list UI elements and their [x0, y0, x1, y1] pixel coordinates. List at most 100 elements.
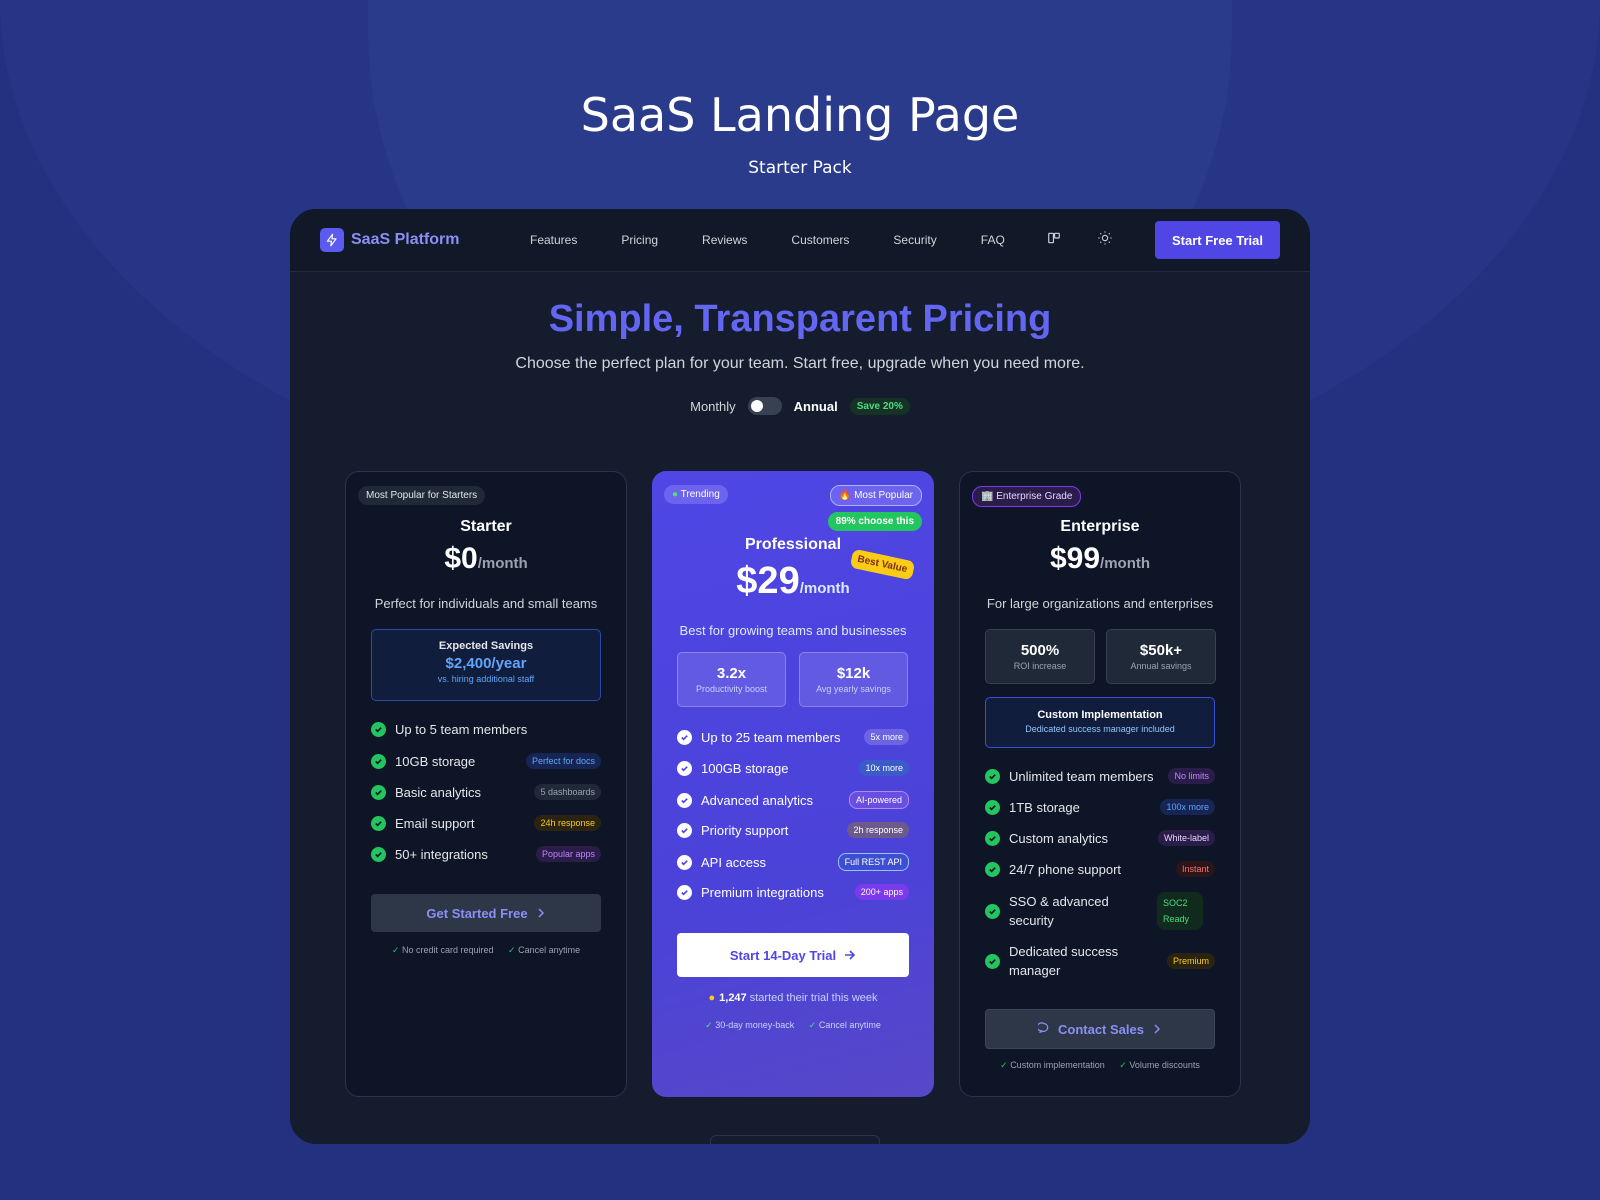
feature-badge: 200+ apps [854, 884, 909, 900]
feature-badge: Popular apps [535, 846, 601, 862]
check-icon [985, 903, 1000, 919]
custom-implementation-box: Custom Implementation Dedicated success … [985, 697, 1215, 748]
feature-item: Up to 5 team members [371, 722, 601, 737]
stat-box: $12k Avg yearly savings [799, 652, 908, 707]
check-icon [677, 854, 692, 870]
feature-item: Advanced analytics AI-powered [677, 791, 909, 809]
chat-icon [1036, 1021, 1050, 1037]
enterprise-tag: 🏢 Enterprise Grade [972, 486, 1082, 507]
plan-card-enterprise: 🏢 Enterprise Grade Enterprise $99/month … [959, 471, 1241, 1097]
nav-link-security[interactable]: Security [893, 233, 936, 247]
feature-item: Unlimited team members No limits [985, 768, 1215, 784]
chevron-right-icon [536, 906, 546, 921]
nav-link-faq[interactable]: FAQ [981, 233, 1005, 247]
check-icon [985, 861, 1000, 877]
trial-text: started their trial this week [749, 992, 878, 1004]
savings-box: Expected Savings $2,400/year vs. hiring … [371, 629, 601, 701]
feature-text: 1TB storage [1009, 799, 1080, 815]
save-badge: Save 20% [849, 397, 910, 415]
feature-item: Basic analytics 5 dashboards [371, 784, 601, 800]
button-label: Contact Sales [1058, 1021, 1144, 1037]
logo[interactable]: SaaS Platform [320, 228, 530, 252]
plan-card-starter: Most Popular for Starters Starter $0/mon… [345, 471, 627, 1097]
feature-badge: Instant [1175, 861, 1215, 877]
pricing-subtitle: Choose the perfect plan for your team. S… [515, 355, 1085, 372]
stat-label: Annual savings [1130, 661, 1192, 671]
stat-value: 3.2x [716, 665, 747, 682]
feature-text: Basic analytics [395, 784, 481, 800]
chevron-right-icon [1152, 1022, 1162, 1037]
nav-link-features[interactable]: Features [530, 233, 577, 247]
start-free-trial-button[interactable]: Start Free Trial [1155, 221, 1280, 259]
stat-box: 3.2x Productivity boost [677, 652, 786, 707]
plan-name: Enterprise [1060, 518, 1140, 535]
feature-item: Up to 25 team members 5x more [677, 729, 909, 745]
check-icon [371, 815, 386, 831]
feature-text: API access [701, 854, 767, 870]
feature-text: SSO & advanced security [1009, 894, 1109, 928]
layout-icon[interactable] [1047, 231, 1061, 250]
stat-label: ROI increase [1013, 661, 1067, 671]
savings-label: Expected Savings [438, 640, 534, 652]
billing-toggle[interactable] [747, 397, 782, 415]
stat-label: Avg yearly savings [816, 684, 891, 694]
check-icon [677, 729, 692, 745]
check-icon [985, 768, 1000, 784]
feature-badge: Premium [1166, 953, 1215, 969]
nav-link-customers[interactable]: Customers [791, 233, 849, 247]
feature-text: Up to 5 team members [395, 722, 528, 737]
sun-icon[interactable] [1097, 230, 1113, 251]
feature-item: SSO & advanced security SOC2 Ready [985, 892, 1215, 930]
get-started-free-button[interactable]: Get Started Free [371, 894, 601, 932]
stat-box: $50k+ Annual savings [1106, 629, 1216, 684]
nav-link-pricing[interactable]: Pricing [621, 233, 658, 247]
feature-text: 24/7 phone support [1009, 861, 1122, 877]
landing-page-frame: SaaS Platform Features Pricing Reviews C… [290, 209, 1310, 1144]
check-icon [677, 760, 692, 776]
impl-note: Dedicated success manager included [1025, 724, 1175, 734]
contact-sales-button[interactable]: Contact Sales [985, 1009, 1215, 1049]
feature-badge: 10x more [859, 760, 909, 776]
price-amount: $99 [1049, 542, 1101, 575]
fine-text: Custom implementation [1010, 1060, 1105, 1070]
feature-text: 10GB storage [395, 753, 476, 769]
feature-badge: 5 dashboards [534, 784, 601, 800]
pricing-title: Simple, Transparent Pricing [548, 298, 1052, 340]
annual-label: Annual [793, 398, 838, 414]
feature-badge: AI-powered [848, 791, 909, 809]
billing-toggle-row: Monthly Annual Save 20% [290, 397, 1310, 415]
plan-card-professional: ● Trending 🔥 Most Popular 89% choose thi… [652, 471, 934, 1097]
feature-text: 50+ integrations [395, 846, 488, 862]
pricing-cards: Most Popular for Starters Starter $0/mon… [345, 471, 1242, 1097]
plan-price: $99/month [960, 542, 1240, 576]
feature-text: Premium integrations [701, 884, 824, 900]
logo-text: SaaS Platform [351, 231, 460, 248]
feature-item: Premium integrations 200+ apps [677, 884, 909, 900]
plan-description: For large organizations and enterprises [986, 596, 1214, 611]
fine-text: 30-day money-back [715, 1020, 795, 1030]
feature-item: API access Full REST API [677, 853, 909, 871]
check-icon [985, 799, 1000, 815]
plan-tag: Most Popular for Starters [358, 486, 486, 505]
button-label: Get Started Free [426, 905, 528, 921]
nav-link-reviews[interactable]: Reviews [702, 233, 747, 247]
trial-count: 1,247 [719, 992, 747, 1004]
nav-links: Features Pricing Reviews Customers Secur… [530, 233, 1049, 247]
check-icon [371, 722, 386, 737]
check-icon [985, 953, 1000, 969]
plan-description: Best for growing teams and businesses [679, 623, 907, 638]
start-trial-button[interactable]: Start 14-Day Trial [677, 933, 909, 977]
feature-badge: 100x more [1160, 799, 1215, 815]
feature-badge: White-label [1157, 830, 1215, 846]
feature-item: Dedicated success manager Premium [985, 942, 1215, 980]
trending-tag: ● Trending [664, 485, 728, 504]
stat-box: 500% ROI increase [985, 629, 1095, 684]
feature-item: Custom analytics White-label [985, 830, 1215, 846]
check-icon: ✓ [1000, 1060, 1008, 1070]
feature-text: Advanced analytics [701, 792, 814, 808]
check-icon: ✓ [391, 945, 400, 955]
feature-badge: 2h response [847, 822, 909, 838]
check-icon: ✓ [508, 945, 516, 955]
feature-text: Up to 25 team members [701, 729, 841, 745]
lightning-icon [320, 228, 344, 252]
